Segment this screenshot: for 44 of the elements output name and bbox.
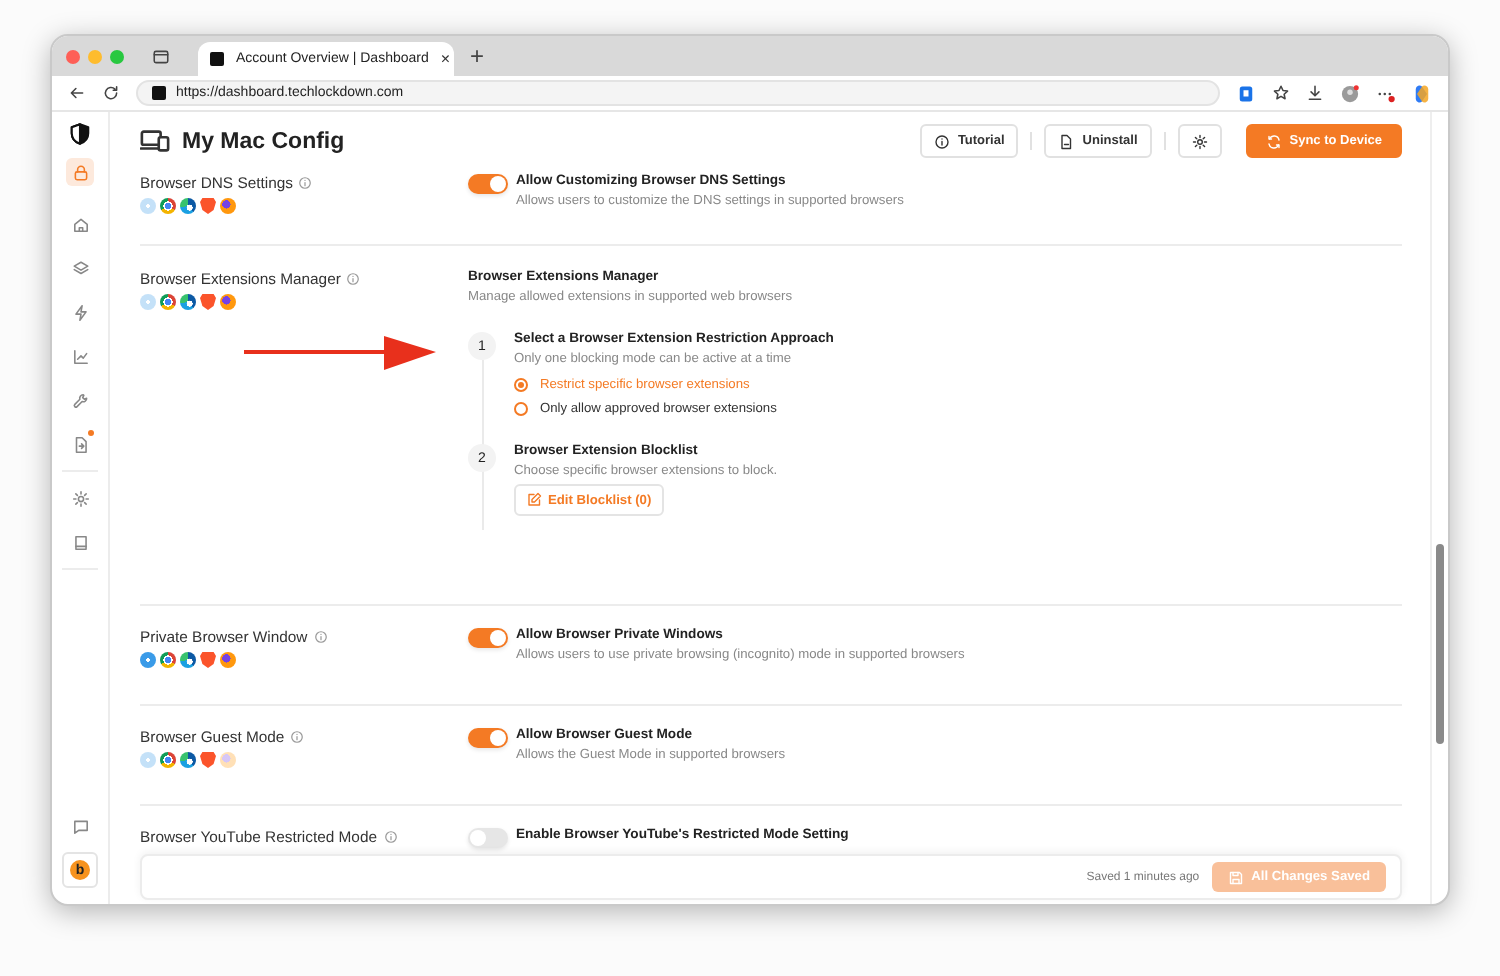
bolt-icon [71, 303, 89, 321]
layers-icon [71, 259, 89, 277]
close-tab-button[interactable]: × [440, 50, 451, 68]
lock-icon [71, 163, 89, 181]
info-icon[interactable] [298, 176, 313, 190]
sidebar-item[interactable] [66, 158, 94, 186]
edit-icon [526, 492, 542, 508]
document-icon [1058, 133, 1075, 149]
info-icon[interactable] [313, 630, 328, 644]
new-tab-button[interactable]: + [470, 42, 485, 70]
info-icon[interactable] [383, 830, 398, 844]
gear-icon [71, 489, 89, 507]
close-window-button[interactable] [66, 49, 80, 63]
download-icon[interactable] [1306, 84, 1324, 102]
sidebar-icon[interactable] [152, 47, 170, 65]
devices-icon [140, 126, 170, 156]
radio-button[interactable] [514, 378, 528, 392]
info-icon [933, 133, 950, 149]
info-icon[interactable] [346, 272, 361, 286]
shield-logo-icon[interactable] [68, 122, 92, 146]
save-icon [1227, 869, 1244, 885]
toggle-switch[interactable] [468, 728, 508, 748]
toggle-switch[interactable] [468, 174, 508, 194]
radio-button[interactable] [514, 402, 528, 416]
star-icon[interactable] [1272, 84, 1290, 102]
home-icon [71, 215, 89, 233]
info-icon[interactable] [290, 730, 305, 744]
wrench-icon [71, 391, 89, 409]
book-icon [71, 533, 89, 551]
toggle-switch[interactable] [468, 828, 508, 848]
scrollbar-thumb[interactable] [1436, 544, 1444, 744]
reload-icon[interactable] [102, 84, 120, 102]
extension-icon[interactable] [1236, 83, 1256, 103]
back-icon[interactable] [68, 84, 86, 102]
sync-icon [1265, 133, 1282, 149]
settings-button[interactable] [1177, 124, 1222, 158]
chat-icon[interactable] [71, 818, 89, 836]
document-icon [71, 435, 89, 453]
toggle-switch[interactable] [468, 628, 508, 648]
favicon-icon [210, 52, 224, 66]
profile-icon[interactable] [1340, 83, 1360, 103]
settings-icon [1191, 133, 1208, 149]
page-title: My Mac Config [182, 129, 347, 153]
chart-icon [71, 347, 89, 365]
